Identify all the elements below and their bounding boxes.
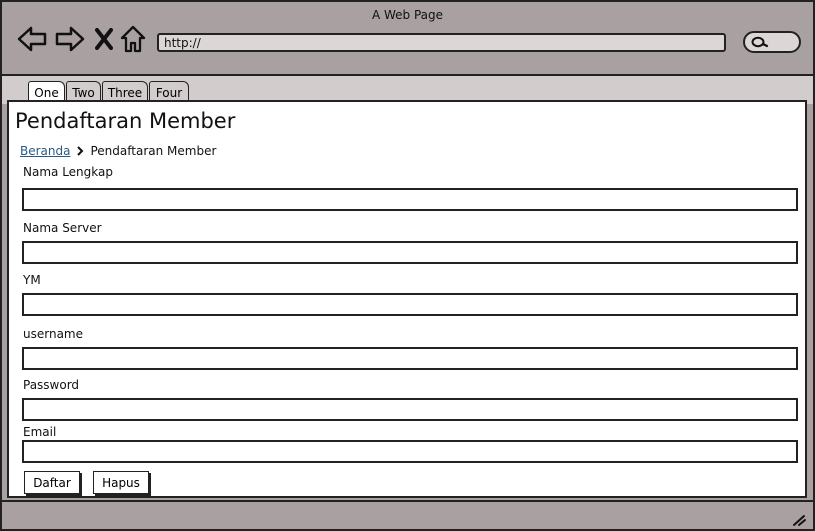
window-toolbar: A Web Page http:// xyxy=(2,2,813,74)
url-text: http:// xyxy=(164,36,201,50)
page-content: Pendaftaran Member Beranda Pendaftaran M… xyxy=(7,100,807,498)
ym-input[interactable] xyxy=(22,293,798,316)
search-icon xyxy=(751,36,769,48)
email-input[interactable] xyxy=(22,440,798,463)
nama-server-input[interactable] xyxy=(22,241,798,264)
breadcrumb: Beranda Pendaftaran Member xyxy=(20,144,216,158)
url-input[interactable]: http:// xyxy=(157,33,726,52)
field-label-email: Email xyxy=(23,425,57,439)
status-bar xyxy=(2,500,813,529)
field-label-nama-lengkap: Nama Lengkap xyxy=(23,165,113,179)
close-icon[interactable] xyxy=(93,24,115,54)
field-label-ym: YM xyxy=(23,273,41,287)
nama-lengkap-input[interactable] xyxy=(22,188,798,211)
chevron-right-icon xyxy=(77,146,84,156)
search-box[interactable] xyxy=(743,31,801,53)
window-title: A Web Page xyxy=(371,8,444,22)
hapus-button[interactable]: Hapus xyxy=(93,471,149,494)
password-input[interactable] xyxy=(22,398,798,421)
breadcrumb-current: Pendaftaran Member xyxy=(90,144,217,158)
daftar-button[interactable]: Daftar xyxy=(24,471,80,494)
field-label-password: Password xyxy=(23,378,80,392)
forward-arrow-icon[interactable] xyxy=(54,24,86,54)
field-label-nama-server: Nama Server xyxy=(23,221,102,235)
field-label-username: username xyxy=(23,327,83,341)
username-input[interactable] xyxy=(22,347,798,370)
browser-window: A Web Page http:// One Two Three Four Pe… xyxy=(0,0,815,531)
home-icon[interactable] xyxy=(119,24,147,54)
page-title: Pendaftaran Member xyxy=(15,109,236,133)
resize-grip-icon[interactable] xyxy=(791,513,807,527)
breadcrumb-home-link[interactable]: Beranda xyxy=(20,144,70,158)
back-arrow-icon[interactable] xyxy=(16,24,48,54)
